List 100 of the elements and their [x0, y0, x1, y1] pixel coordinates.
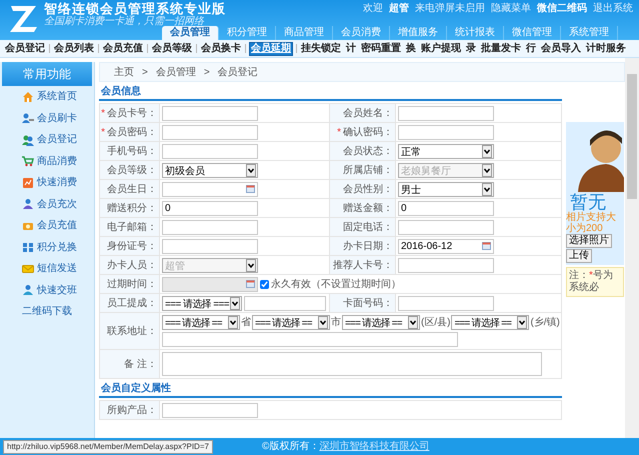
- app-title: 智络连锁会员管理系统专业版: [44, 2, 226, 16]
- sub-tab[interactable]: 计: [345, 42, 357, 54]
- field-label: 备 注：: [100, 350, 160, 379]
- status-url: http://zhiluo.vip5968.net/Member/MemDelay.aspx?PID=7: [3, 440, 213, 454]
- sidebar-link[interactable]: 会员刷卡: [37, 110, 77, 126]
- sub-tab[interactable]: 会员换卡: [200, 42, 242, 54]
- no-photo-text: 暂无: [570, 192, 606, 212]
- sidebar-link[interactable]: 系统首页: [37, 89, 77, 104]
- sub-tab[interactable]: 录: [465, 42, 477, 54]
- field-label: 手机号码：: [100, 142, 160, 161]
- field-label: 卡面号码：: [330, 294, 396, 313]
- field-label: 身份证号：: [100, 237, 160, 256]
- dropdown[interactable]: 正常: [398, 144, 494, 158]
- textarea-field[interactable]: [162, 352, 542, 376]
- scrollbar[interactable]: [625, 58, 639, 438]
- sub-tab[interactable]: 会员延期: [249, 42, 293, 56]
- date-field[interactable]: [162, 182, 258, 196]
- sub-tab[interactable]: 账户提现: [420, 42, 462, 54]
- sub-tab[interactable]: 计时服务: [585, 42, 627, 54]
- chart-icon: [22, 176, 34, 189]
- input-field[interactable]: [398, 258, 494, 272]
- nav-tab[interactable]: 会员管理: [162, 26, 219, 40]
- sidebar-link[interactable]: 二维码下载: [22, 304, 72, 320]
- sidebar-link[interactable]: 快速消费: [37, 175, 77, 190]
- dropdown[interactable]: === 请选择 ===: [162, 296, 242, 310]
- dropdown[interactable]: === 请选择 ==: [451, 315, 530, 330]
- sub-tab[interactable]: 会员导入: [540, 42, 582, 54]
- sidebar-link[interactable]: 会员充值: [37, 218, 77, 234]
- field-label: 员工提成：: [100, 294, 160, 313]
- envelope-icon: [22, 262, 34, 275]
- sub-tab[interactable]: 换: [405, 42, 417, 54]
- sidebar-link[interactable]: 商品消费: [37, 154, 77, 169]
- scrollbar-thumb[interactable]: [627, 74, 637, 199]
- dropdown[interactable]: 男士: [398, 182, 494, 196]
- input-field[interactable]: [162, 106, 258, 120]
- field-label: 会员状态：: [330, 142, 396, 161]
- field-label: * 会员卡号：: [100, 104, 160, 123]
- input-field[interactable]: [162, 144, 258, 158]
- dropdown[interactable]: === 请选择 ==: [162, 315, 240, 330]
- field-label: 所购产品：: [100, 401, 160, 420]
- field-label: 会员等级：: [100, 161, 160, 180]
- unit-label: (乡/镇): [530, 316, 560, 330]
- dropdown[interactable]: 初级会员: [162, 162, 258, 178]
- dropdown[interactable]: === 请选择 ==: [252, 315, 330, 330]
- sidebar-link[interactable]: 快速交班: [37, 282, 77, 298]
- input-field[interactable]: [398, 106, 494, 120]
- dropdown[interactable]: === 请选择 ==: [342, 315, 420, 330]
- input-field[interactable]: [162, 220, 258, 234]
- field-label: 所属店铺：: [330, 161, 396, 180]
- field-label: 联系地址：: [100, 313, 160, 350]
- sub-tab[interactable]: 会员等级: [151, 42, 193, 54]
- sidebar-link[interactable]: 短信发送: [37, 261, 77, 276]
- sub-tab[interactable]: 挂失锁定: [300, 42, 342, 54]
- field-label: 办卡人员：: [100, 256, 160, 275]
- breadcrumb-link[interactable]: 会员管理: [156, 64, 196, 80]
- input-field[interactable]: [162, 332, 458, 347]
- input-field[interactable]: [162, 238, 258, 254]
- sub-tab[interactable]: 批量发卡: [480, 42, 522, 54]
- sidebar-link[interactable]: 积分兑换: [37, 240, 77, 255]
- sub-tab[interactable]: 会员列表: [53, 42, 95, 54]
- user-icon: [22, 198, 34, 210]
- input-field[interactable]: [398, 124, 494, 140]
- input-field[interactable]: [244, 296, 326, 310]
- copyright-text: ©版权所有：: [262, 440, 320, 454]
- input-field[interactable]: [162, 124, 258, 140]
- calendar-icon: [246, 184, 255, 192]
- date-field[interactable]: 2016-06-12: [398, 238, 494, 254]
- unit-label: (区/县): [421, 316, 450, 330]
- field-label: 赠送金额：: [330, 199, 396, 218]
- section-title: 会员信息: [99, 84, 562, 101]
- sub-tab[interactable]: 行: [525, 42, 537, 54]
- breadcrumb-link[interactable]: 主页: [114, 64, 134, 80]
- photo-button[interactable]: 选择照片: [566, 234, 612, 248]
- logo-icon: [8, 4, 38, 34]
- field-label: 过期时间：: [100, 275, 160, 294]
- sub-tab[interactable]: 会员登记: [4, 42, 46, 54]
- sub-tab[interactable]: 会员充值: [102, 42, 144, 54]
- input-field[interactable]: [162, 402, 258, 418]
- field-label: * 会员密码：: [100, 123, 160, 142]
- field-label: 赠送积分：: [100, 199, 160, 218]
- sidebar-title: 常用功能: [2, 62, 92, 86]
- field-label: 推荐人卡号：: [330, 256, 396, 275]
- input-field[interactable]: 0: [162, 200, 258, 216]
- sidebar-link[interactable]: 会员登记: [37, 132, 77, 148]
- input-field[interactable]: [398, 220, 494, 234]
- users-icon: [22, 134, 34, 146]
- cart-icon: [22, 155, 34, 168]
- home-icon: [22, 90, 34, 103]
- welcome-text: 欢迎: [363, 3, 383, 15]
- breadcrumb-link[interactable]: 会员登记: [218, 64, 258, 80]
- input-field[interactable]: 0: [398, 200, 494, 216]
- grid-icon: [22, 241, 34, 254]
- input-field[interactable]: [398, 296, 494, 310]
- breadcrumb-separator: >: [204, 66, 210, 80]
- sidebar-link[interactable]: 会员充次: [37, 196, 77, 212]
- user-name: 超管: [389, 3, 409, 15]
- field-label: 会员生日：: [100, 180, 160, 199]
- photo-button[interactable]: 上传: [566, 249, 592, 263]
- sub-tab[interactable]: 密码重置: [360, 42, 402, 54]
- user-icon: [22, 284, 34, 296]
